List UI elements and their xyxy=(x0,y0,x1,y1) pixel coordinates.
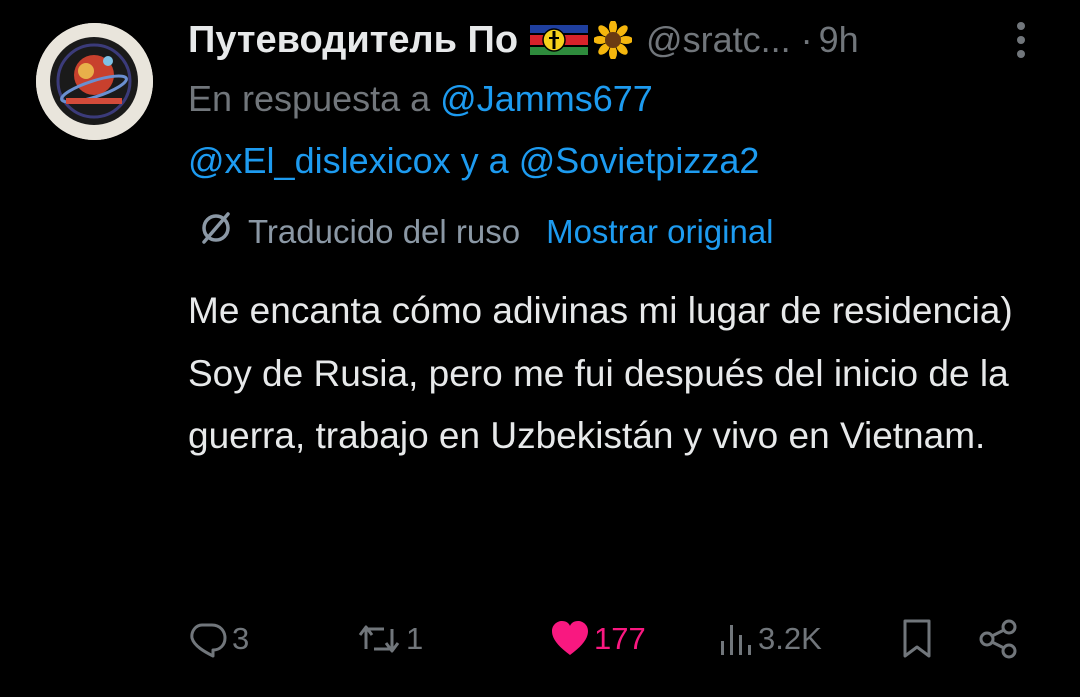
mention-link[interactable]: @Jamms677 xyxy=(440,78,653,119)
mention-link[interactable]: @Sovietpizza2 xyxy=(519,140,760,181)
handle[interactable]: @sratc... xyxy=(646,19,791,61)
share-icon xyxy=(979,619,1017,659)
reply-context-continued: @xEl_dislexicox y a @Sovietpizza2 xyxy=(188,140,759,182)
share-button[interactable] xyxy=(978,610,1020,668)
reply-conjunction: y a xyxy=(460,140,509,181)
separator-dot: · xyxy=(800,19,813,60)
reply-button[interactable]: 3 xyxy=(188,610,249,668)
analytics-icon xyxy=(721,625,751,655)
repost-icon xyxy=(358,625,400,653)
timestamp[interactable]: 9h xyxy=(819,19,859,61)
tweet-paragraph: Soy de Rusia, pero me fui después del in… xyxy=(188,352,1009,457)
translation-label: Traducido del ruso xyxy=(248,213,521,250)
reply-context: En respuesta a @Jamms677 xyxy=(188,78,653,120)
heart-icon xyxy=(552,621,588,655)
view-count: 3.2K xyxy=(758,621,822,656)
repost-count: 1 xyxy=(406,621,424,656)
display-name[interactable]: Путеводитель По xyxy=(188,19,518,62)
reply-count: 3 xyxy=(232,621,250,656)
tweet-text: Me encanta cómo adivinas mi lugar de res… xyxy=(188,280,1048,468)
show-original-link[interactable]: Mostrar original xyxy=(546,213,773,251)
new-caledonia-flag-icon xyxy=(530,25,589,55)
tweet-header: Путеводитель По @sratc... · 9h xyxy=(188,14,1048,66)
translate-icon xyxy=(198,210,234,254)
action-bar: 3 1 177 3.2K xyxy=(188,610,1038,668)
avatar-image xyxy=(36,23,153,140)
translation-notice: Traducido del ruso Mostrar original xyxy=(198,208,774,256)
like-count: 177 xyxy=(594,621,646,656)
more-options-icon[interactable] xyxy=(1008,18,1034,62)
bookmark-icon xyxy=(903,619,931,658)
repost-button[interactable]: 1 xyxy=(356,610,423,668)
mention-link[interactable]: @xEl_dislexicox xyxy=(188,140,451,181)
sunflower-icon xyxy=(593,20,634,60)
like-button[interactable]: 177 xyxy=(550,610,646,668)
reply-prefix: En respuesta a xyxy=(188,78,431,119)
views-button[interactable]: 3.2K xyxy=(718,610,822,668)
reply-icon xyxy=(190,623,227,658)
tweet-paragraph: Me encanta cómo adivinas mi lugar de res… xyxy=(188,290,1013,331)
bookmark-button[interactable] xyxy=(900,610,934,668)
avatar[interactable] xyxy=(36,23,153,140)
